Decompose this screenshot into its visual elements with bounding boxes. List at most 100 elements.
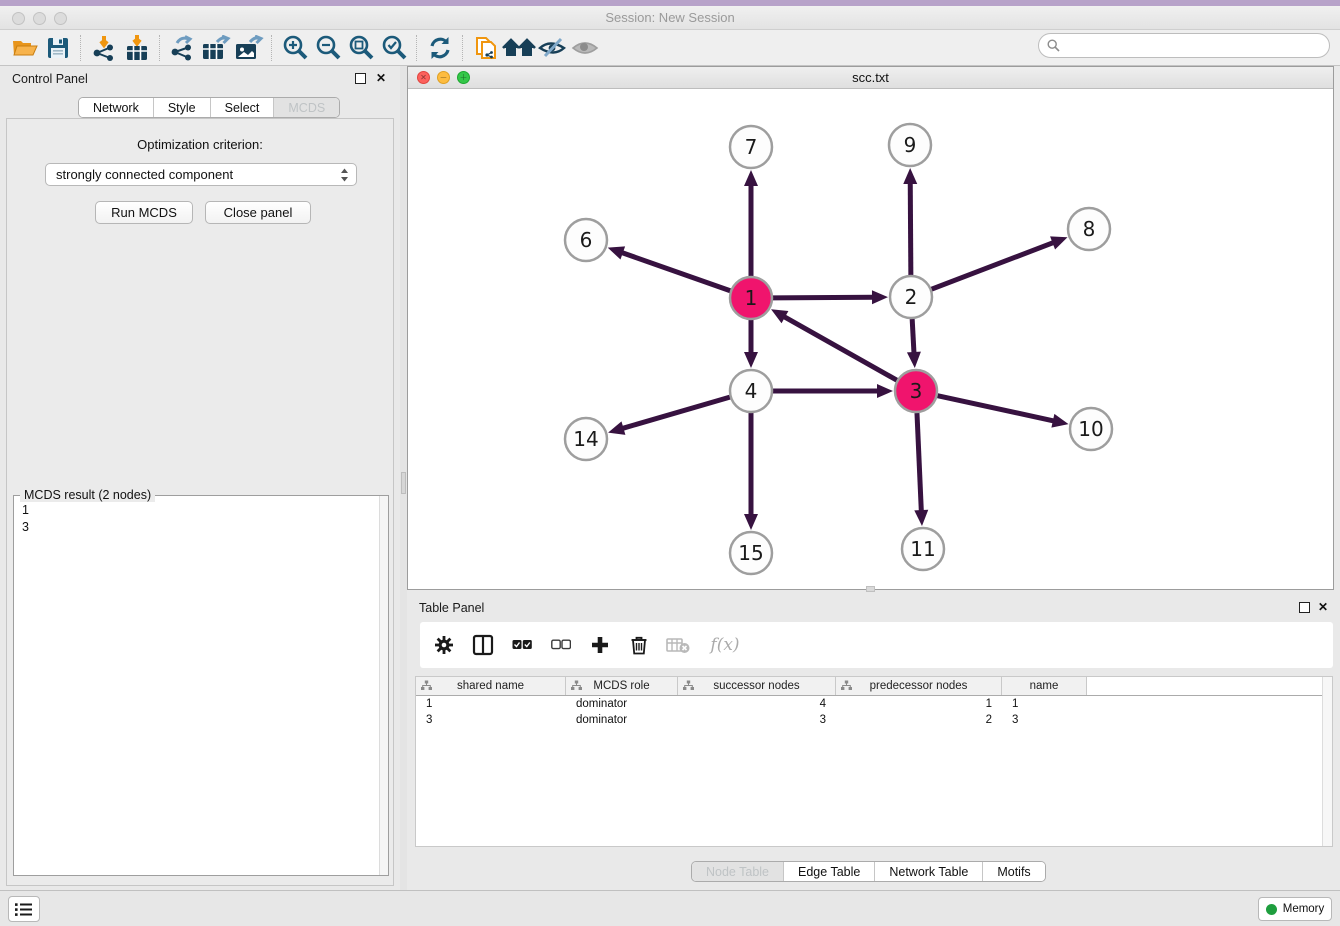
create-column-button[interactable] <box>588 633 612 657</box>
result-scrollbar[interactable] <box>379 496 388 875</box>
criterion-dropdown[interactable]: strongly connected component <box>45 163 357 186</box>
delete-column-button[interactable] <box>627 633 651 657</box>
graph-node-8[interactable]: 8 <box>1068 208 1110 250</box>
open-session-button[interactable] <box>8 33 41 63</box>
tree-hierarchy-icon <box>571 680 582 691</box>
network-canvas[interactable]: 7 9 6 8 1 2 4 3 14 10 15 11 <box>408 89 1333 589</box>
select-all-columns-button[interactable] <box>510 633 534 657</box>
vertical-splitter[interactable] <box>400 66 407 890</box>
svg-text:9: 9 <box>904 133 917 157</box>
table-settings-button[interactable] <box>432 633 456 657</box>
float-panel-icon[interactable] <box>1299 602 1310 613</box>
graph-node-10[interactable]: 10 <box>1070 408 1112 450</box>
close-panel-icon[interactable]: ✕ <box>376 71 386 85</box>
graph-node-2[interactable]: 2 <box>890 276 932 318</box>
column-header-name[interactable]: name <box>1002 677 1087 695</box>
graph-node-14[interactable]: 14 <box>565 418 607 460</box>
hide-graphics-details-button[interactable] <box>535 33 568 63</box>
float-panel-icon[interactable] <box>355 73 366 84</box>
edge-1-to-7[interactable] <box>744 170 758 276</box>
close-panel-button[interactable]: Close panel <box>205 201 311 224</box>
close-panel-icon[interactable]: ✕ <box>1318 600 1328 614</box>
edge-2-to-8[interactable] <box>932 236 1068 289</box>
tab-mcds[interactable]: MCDS <box>274 98 339 117</box>
edge-4-to-15[interactable] <box>744 413 758 530</box>
tab-network[interactable]: Network <box>79 98 154 117</box>
network-graph[interactable]: 7 9 6 8 1 2 4 3 14 10 15 11 <box>408 89 1333 589</box>
table-cell[interactable]: 1 <box>836 698 1002 710</box>
main-titlebar: Session: New Session <box>0 6 1340 30</box>
table-row[interactable]: 1dominator411 <box>416 696 1332 712</box>
tab-select[interactable]: Select <box>211 98 275 117</box>
horizontal-splitter-handle[interactable] <box>866 586 875 592</box>
graph-node-4[interactable]: 4 <box>730 370 772 412</box>
refresh-view-button[interactable] <box>423 33 456 63</box>
table-cell[interactable]: 3 <box>416 714 566 726</box>
export-table-button[interactable] <box>199 33 232 63</box>
edge-2-to-9[interactable] <box>903 168 917 275</box>
table-cell[interactable]: 1 <box>416 698 566 710</box>
zoom-in-button[interactable] <box>278 33 311 63</box>
edge-3-to-1[interactable] <box>771 309 897 380</box>
save-disk-icon <box>47 37 69 59</box>
column-header-MCDS-role[interactable]: MCDS role <box>566 677 678 695</box>
table-cell[interactable]: 3 <box>1002 714 1087 726</box>
delete-table-button[interactable] <box>666 633 690 657</box>
edge-3-to-10[interactable] <box>937 396 1068 428</box>
graph-node-7[interactable]: 7 <box>730 126 772 168</box>
edge-4-to-14[interactable] <box>608 397 730 435</box>
table-cell[interactable]: 1 <box>1002 698 1087 710</box>
zoom-out-button[interactable] <box>311 33 344 63</box>
show-all-networks-button[interactable] <box>502 33 535 63</box>
table-cell[interactable]: 3 <box>678 714 836 726</box>
table-cell[interactable]: dominator <box>566 698 678 710</box>
edge-2-to-3[interactable] <box>907 319 921 368</box>
table-cell[interactable]: 2 <box>836 714 1002 726</box>
splitter-handle[interactable] <box>401 472 406 494</box>
table-row[interactable]: 3dominator323 <box>416 712 1332 728</box>
network-window-titlebar[interactable]: ✕ ─ ＋ scc.txt <box>408 67 1333 89</box>
import-table-button[interactable] <box>120 33 153 63</box>
column-header-shared-name[interactable]: shared name <box>416 677 566 695</box>
graph-node-11[interactable]: 11 <box>902 528 944 570</box>
edge-1-to-4[interactable] <box>744 320 758 368</box>
graph-node-6[interactable]: 6 <box>565 219 607 261</box>
export-image-button[interactable] <box>232 33 265 63</box>
graph-node-1[interactable]: 1 <box>730 277 772 319</box>
zoom-selected-button[interactable] <box>377 33 410 63</box>
save-session-button[interactable] <box>41 33 74 63</box>
edge-3-to-11[interactable] <box>914 413 928 526</box>
show-columns-button[interactable] <box>471 633 495 657</box>
tab-node-table[interactable]: Node Table <box>692 862 784 881</box>
graph-node-9[interactable]: 9 <box>889 124 931 166</box>
search-icon <box>1047 39 1060 52</box>
edge-1-to-6[interactable] <box>608 246 731 290</box>
table-scrollbar[interactable] <box>1322 677 1332 846</box>
svg-text:11: 11 <box>910 537 935 561</box>
eye-slash-icon <box>537 36 567 60</box>
tab-network-table[interactable]: Network Table <box>875 862 983 881</box>
deselect-all-columns-button[interactable] <box>549 633 573 657</box>
tab-edge-table[interactable]: Edge Table <box>784 862 875 881</box>
memory-button[interactable]: Memory <box>1258 897 1332 921</box>
column-header-successor-nodes[interactable]: successor nodes <box>678 677 836 695</box>
search-input[interactable] <box>1038 33 1330 58</box>
graph-node-15[interactable]: 15 <box>730 532 772 574</box>
tab-motifs[interactable]: Motifs <box>983 862 1044 881</box>
network-view-window: ✕ ─ ＋ scc.txt 7 9 6 8 1 2 4 3 14 10 15 11 <box>407 66 1334 590</box>
export-network-button[interactable] <box>166 33 199 63</box>
edge-4-to-3[interactable] <box>773 384 893 398</box>
show-graphics-details-button[interactable] <box>568 33 601 63</box>
column-header-predecessor-nodes[interactable]: predecessor nodes <box>836 677 1002 695</box>
tab-style[interactable]: Style <box>154 98 211 117</box>
function-builder-button[interactable]: f(x) <box>705 633 745 657</box>
edge-1-to-2[interactable] <box>773 290 888 304</box>
table-cell[interactable]: 4 <box>678 698 836 710</box>
zoom-fit-button[interactable] <box>344 33 377 63</box>
graph-node-3[interactable]: 3 <box>895 370 937 412</box>
run-mcds-button[interactable]: Run MCDS <box>95 201 193 224</box>
first-neighbors-button[interactable] <box>469 33 502 63</box>
table-cell[interactable]: dominator <box>566 714 678 726</box>
import-network-button[interactable] <box>87 33 120 63</box>
task-history-button[interactable] <box>8 896 40 922</box>
